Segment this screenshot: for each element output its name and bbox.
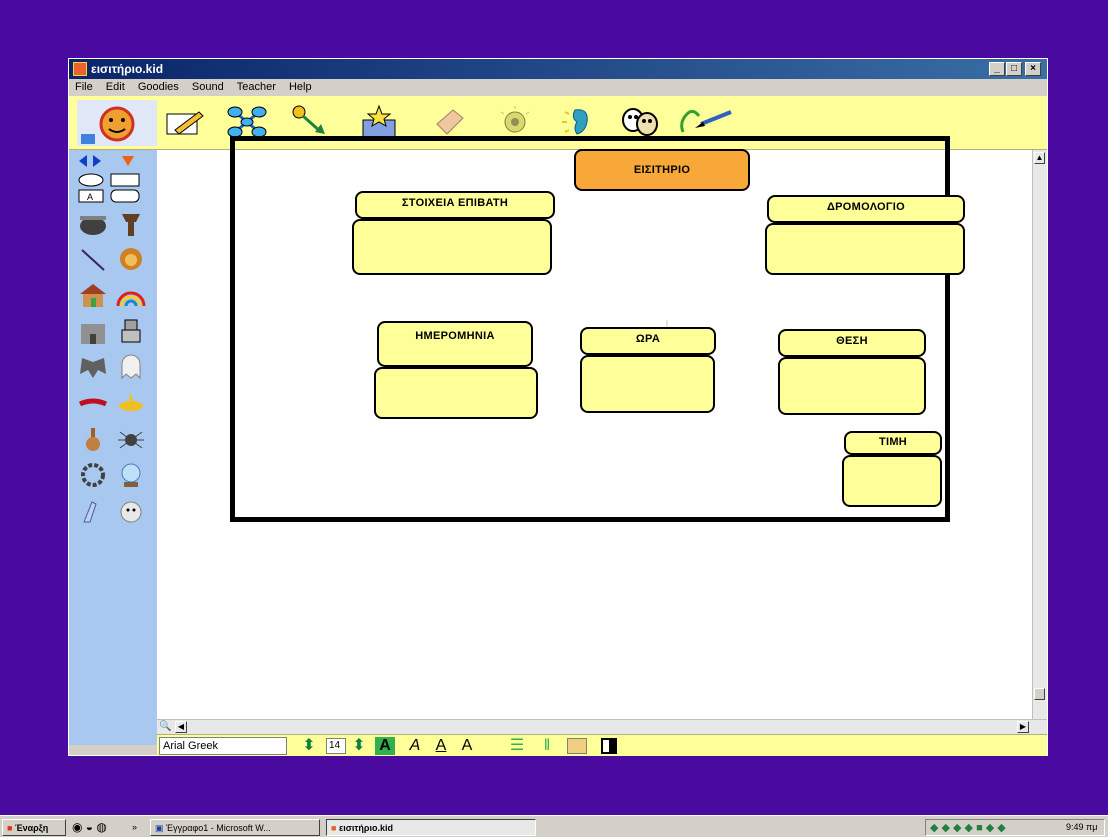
color-contrast-icon[interactable] [601,738,617,754]
node-price-label[interactable]: ΤΙΜΗ [844,431,942,455]
underline-button[interactable]: A [431,737,451,755]
align-icon[interactable]: ☰ [505,737,529,755]
lion-icon[interactable] [113,244,149,274]
minimize-button[interactable]: _ [989,62,1005,76]
ghost-icon[interactable] [113,352,149,382]
node-time-label[interactable]: ΩΡΑ [580,327,716,355]
font-toolbar: Arial Greek ⬍ 14 ⬍ A A A A ☰ ‖ [157,734,1047,756]
robot-icon[interactable] [113,316,149,346]
masks-icon[interactable] [619,104,659,140]
task-word-label: Έγγραφο1 - Microsoft W... [166,823,271,833]
scroll-right-button[interactable]: ▶ [1017,721,1029,733]
menu-file[interactable]: File [75,81,93,93]
task-word-document[interactable]: ▣ Έγγραφο1 - Microsoft W... [150,819,320,836]
node-date-label[interactable]: ΗΜΕΡΟΜΗΝΙΑ [377,321,533,367]
node-seat-box[interactable] [778,357,926,415]
node-date-box[interactable] [374,367,538,419]
pencil-icon[interactable] [165,104,205,140]
gear-icon[interactable] [75,460,111,490]
menu-goodies[interactable]: Goodies [138,81,179,93]
columns-icon[interactable]: ‖ [537,737,557,755]
vertical-scrollbar[interactable]: ▲ [1032,150,1047,719]
app-icon [73,62,87,76]
node-route-label[interactable]: ΔΡΟΜΟΛΟΓΙΟ [767,195,965,223]
svg-text:A: A [87,192,93,202]
superscript-button[interactable]: A [457,737,477,755]
node-seat-label[interactable]: ΘΕΣΗ [778,329,926,357]
node-price-box[interactable] [842,455,942,507]
zoom-icon[interactable]: 🔍 [159,721,173,733]
start-label: Έναρξη [14,823,49,833]
shape-palette: A [69,150,157,745]
font-stepper-icon[interactable]: ⬍ [299,737,319,755]
menu-teacher[interactable]: Teacher [237,81,276,93]
rainbow-icon[interactable] [113,280,149,310]
crystal-ball-icon[interactable] [113,460,149,490]
network-icon[interactable] [227,104,267,140]
tray-icons[interactable]: ◆ ◆ ◆ ◆ ■ ◆ ◆ [930,821,1006,834]
cauldron-icon[interactable] [75,208,111,238]
horizontal-scrollbar[interactable]: 🔍 ◀ ▶ [157,719,1047,734]
node-passenger-box[interactable] [352,219,552,275]
window-title: εισιτήριο.kid [91,62,164,76]
nav-arrows-icon[interactable] [77,154,117,168]
task-kid-label: εισιτήριο.kid [338,823,393,833]
taskbar: ■ Έναρξη ◉ ◒ ◍ » ▣ Έγγραφο1 - Microsoft … [0,815,1108,837]
size-stepper-icon[interactable]: ⬍ [349,737,369,755]
clock: 9:49 πμ [1066,822,1098,832]
scroll-thumb[interactable] [1034,688,1045,700]
lightbulb-icon[interactable] [495,104,535,140]
image-icon[interactable] [567,738,587,754]
node-route-box[interactable] [765,223,965,275]
link-arrow-icon[interactable] [291,104,331,140]
italic-button[interactable]: A [405,737,425,755]
flask-icon[interactable] [75,424,111,454]
carpet-icon[interactable] [75,388,111,418]
dropdown-arrow-icon[interactable] [121,154,135,168]
menu-edit[interactable]: Edit [106,81,125,93]
maximize-button[interactable]: □ [1006,62,1022,76]
concept-map-frame: ΕΙΣΙΤΗΡΙΟ ΣΤΟΙΧΕΙΑ ΕΠΙΒΑΤΗ ΔΡΟΜΟΛΟΓΙΟ ΗΜ… [230,136,965,522]
wand-icon[interactable] [75,244,111,274]
teacher-icon[interactable] [77,100,157,146]
tree-icon[interactable] [113,208,149,238]
hand-icon[interactable] [75,496,111,526]
scroll-up-button[interactable]: ▲ [1034,152,1045,164]
house-icon[interactable] [75,280,111,310]
spider-icon[interactable] [113,424,149,454]
font-name-field[interactable]: Arial Greek [159,737,287,755]
menu-sound[interactable]: Sound [192,81,224,93]
title-bar[interactable]: εισιτήριο.kid _ □ × [69,59,1047,79]
font-size-field[interactable]: 14 [326,738,346,754]
face-icon[interactable] [113,496,149,526]
close-button[interactable]: × [1025,62,1041,76]
shape-tools[interactable]: A [77,172,147,204]
node-ticket[interactable]: ΕΙΣΙΤΗΡΙΟ [574,149,750,191]
scroll-left-button[interactable]: ◀ [175,721,187,733]
task-kid-document[interactable]: ■ εισιτήριο.kid [326,819,536,836]
paintbrush-icon[interactable] [675,104,735,140]
box-of-stars-icon[interactable] [359,104,399,140]
castle-icon[interactable] [75,316,111,346]
node-time-box[interactable] [580,355,715,413]
menu-help[interactable]: Help [289,81,312,93]
quick-launch-icons[interactable]: ◉ ◒ ◍ [72,819,132,836]
ear-icon[interactable] [559,104,599,140]
bat-icon[interactable] [75,352,111,382]
node-passenger-label[interactable]: ΣΤΟΙΧΕΙΑ ΕΠΙΒΑΤΗ [355,191,555,219]
quick-launch-more[interactable]: » [132,819,144,836]
lamp-icon[interactable] [113,388,149,418]
start-button[interactable]: ■ Έναρξη [2,819,66,836]
bold-button[interactable]: A [375,737,395,755]
system-tray: ◆ ◆ ◆ ◆ ■ ◆ ◆ 9:49 πμ [925,819,1105,836]
menu-bar: File Edit Goodies Sound Teacher Help [69,79,1047,96]
eraser-icon[interactable] [429,104,469,140]
